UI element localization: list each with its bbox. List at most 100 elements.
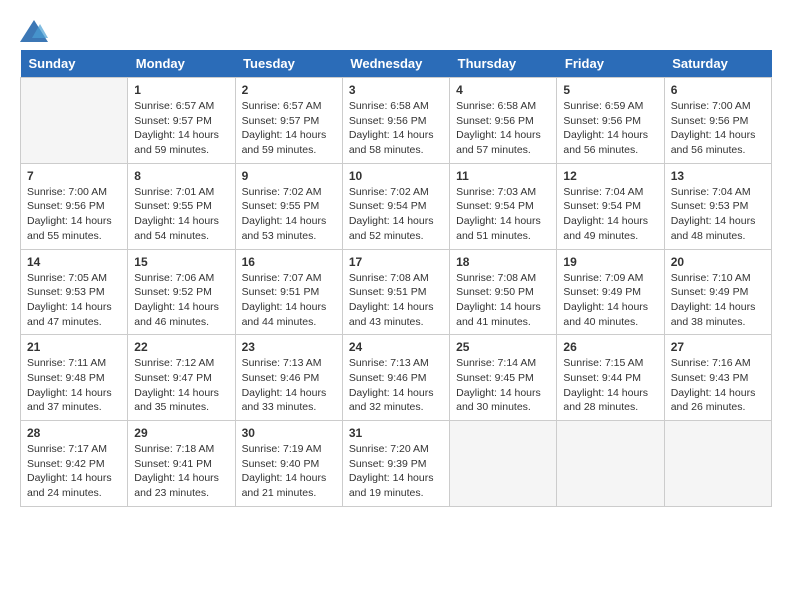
day-number: 15 [134, 255, 228, 269]
day-number: 22 [134, 340, 228, 354]
day-info: Sunrise: 7:18 AM Sunset: 9:41 PM Dayligh… [134, 442, 228, 501]
calendar-body: 1 Sunrise: 6:57 AM Sunset: 9:57 PM Daylig… [21, 78, 772, 507]
day-info: Sunrise: 7:19 AM Sunset: 9:40 PM Dayligh… [242, 442, 336, 501]
day-info: Sunrise: 7:15 AM Sunset: 9:44 PM Dayligh… [563, 356, 657, 415]
day-info: Sunrise: 6:58 AM Sunset: 9:56 PM Dayligh… [349, 99, 443, 158]
column-header-thursday: Thursday [450, 50, 557, 78]
day-info: Sunrise: 6:57 AM Sunset: 9:57 PM Dayligh… [134, 99, 228, 158]
logo [20, 20, 52, 42]
day-cell: 29 Sunrise: 7:18 AM Sunset: 9:41 PM Dayli… [128, 421, 235, 507]
day-cell: 11 Sunrise: 7:03 AM Sunset: 9:54 PM Dayli… [450, 163, 557, 249]
day-number: 29 [134, 426, 228, 440]
day-number: 26 [563, 340, 657, 354]
day-number: 17 [349, 255, 443, 269]
column-header-tuesday: Tuesday [235, 50, 342, 78]
day-info: Sunrise: 7:07 AM Sunset: 9:51 PM Dayligh… [242, 271, 336, 330]
day-cell: 8 Sunrise: 7:01 AM Sunset: 9:55 PM Daylig… [128, 163, 235, 249]
page-header [20, 20, 772, 42]
day-cell: 22 Sunrise: 7:12 AM Sunset: 9:47 PM Dayli… [128, 335, 235, 421]
day-number: 23 [242, 340, 336, 354]
day-cell: 24 Sunrise: 7:13 AM Sunset: 9:46 PM Dayli… [342, 335, 449, 421]
day-info: Sunrise: 6:59 AM Sunset: 9:56 PM Dayligh… [563, 99, 657, 158]
day-info: Sunrise: 7:04 AM Sunset: 9:54 PM Dayligh… [563, 185, 657, 244]
day-info: Sunrise: 7:17 AM Sunset: 9:42 PM Dayligh… [27, 442, 121, 501]
day-info: Sunrise: 7:08 AM Sunset: 9:50 PM Dayligh… [456, 271, 550, 330]
calendar-header: SundayMondayTuesdayWednesdayThursdayFrid… [21, 50, 772, 78]
day-number: 25 [456, 340, 550, 354]
day-cell [21, 78, 128, 164]
day-cell: 14 Sunrise: 7:05 AM Sunset: 9:53 PM Dayli… [21, 249, 128, 335]
day-number: 3 [349, 83, 443, 97]
day-number: 13 [671, 169, 765, 183]
day-cell: 17Sunrise: 7:08 AM Sunset: 9:51 PM Dayli… [342, 249, 449, 335]
day-number: 4 [456, 83, 550, 97]
column-header-friday: Friday [557, 50, 664, 78]
day-cell: 21 Sunrise: 7:11 AM Sunset: 9:48 PM Dayli… [21, 335, 128, 421]
day-info: Sunrise: 7:10 AM Sunset: 9:49 PM Dayligh… [671, 271, 765, 330]
day-cell: 19 Sunrise: 7:09 AM Sunset: 9:49 PM Dayli… [557, 249, 664, 335]
day-info: Sunrise: 7:09 AM Sunset: 9:49 PM Dayligh… [563, 271, 657, 330]
day-number: 8 [134, 169, 228, 183]
day-info: Sunrise: 7:04 AM Sunset: 9:53 PM Dayligh… [671, 185, 765, 244]
day-cell [450, 421, 557, 507]
day-number: 1 [134, 83, 228, 97]
day-number: 21 [27, 340, 121, 354]
week-row-3: 14 Sunrise: 7:05 AM Sunset: 9:53 PM Dayli… [21, 249, 772, 335]
column-header-monday: Monday [128, 50, 235, 78]
week-row-5: 28 Sunrise: 7:17 AM Sunset: 9:42 PM Dayli… [21, 421, 772, 507]
day-cell: 18 Sunrise: 7:08 AM Sunset: 9:50 PM Dayli… [450, 249, 557, 335]
day-info: Sunrise: 7:01 AM Sunset: 9:55 PM Dayligh… [134, 185, 228, 244]
day-info: Sunrise: 7:02 AM Sunset: 9:54 PM Dayligh… [349, 185, 443, 244]
day-cell: 31 Sunrise: 7:20 AM Sunset: 9:39 PM Dayli… [342, 421, 449, 507]
day-number: 5 [563, 83, 657, 97]
day-number: 9 [242, 169, 336, 183]
week-row-4: 21 Sunrise: 7:11 AM Sunset: 9:48 PM Dayli… [21, 335, 772, 421]
logo-icon [20, 20, 48, 42]
day-info: Sunrise: 7:03 AM Sunset: 9:54 PM Dayligh… [456, 185, 550, 244]
day-cell: 7Sunrise: 7:00 AM Sunset: 9:56 PM Daylig… [21, 163, 128, 249]
day-number: 27 [671, 340, 765, 354]
day-info: Sunrise: 7:05 AM Sunset: 9:53 PM Dayligh… [27, 271, 121, 330]
day-cell: 10 Sunrise: 7:02 AM Sunset: 9:54 PM Dayli… [342, 163, 449, 249]
day-number: 30 [242, 426, 336, 440]
day-cell: 25 Sunrise: 7:14 AM Sunset: 9:45 PM Dayli… [450, 335, 557, 421]
day-info: Sunrise: 7:16 AM Sunset: 9:43 PM Dayligh… [671, 356, 765, 415]
day-number: 16 [242, 255, 336, 269]
day-cell: 16 Sunrise: 7:07 AM Sunset: 9:51 PM Dayli… [235, 249, 342, 335]
day-info: Sunrise: 7:14 AM Sunset: 9:45 PM Dayligh… [456, 356, 550, 415]
day-number: 11 [456, 169, 550, 183]
header-row: SundayMondayTuesdayWednesdayThursdayFrid… [21, 50, 772, 78]
day-number: 28 [27, 426, 121, 440]
day-cell: 27 Sunrise: 7:16 AM Sunset: 9:43 PM Dayli… [664, 335, 771, 421]
day-number: 31 [349, 426, 443, 440]
day-info: Sunrise: 7:00 AM Sunset: 9:56 PM Dayligh… [27, 185, 121, 244]
day-cell: 30 Sunrise: 7:19 AM Sunset: 9:40 PM Dayli… [235, 421, 342, 507]
day-info: Sunrise: 7:00 AM Sunset: 9:56 PM Dayligh… [671, 99, 765, 158]
column-header-sunday: Sunday [21, 50, 128, 78]
day-cell: 5 Sunrise: 6:59 AM Sunset: 9:56 PM Daylig… [557, 78, 664, 164]
day-info: Sunrise: 7:11 AM Sunset: 9:48 PM Dayligh… [27, 356, 121, 415]
day-info: Sunrise: 7:13 AM Sunset: 9:46 PM Dayligh… [242, 356, 336, 415]
column-header-saturday: Saturday [664, 50, 771, 78]
day-cell [664, 421, 771, 507]
day-info: Sunrise: 7:02 AM Sunset: 9:55 PM Dayligh… [242, 185, 336, 244]
day-info: Sunrise: 7:20 AM Sunset: 9:39 PM Dayligh… [349, 442, 443, 501]
day-cell: 23 Sunrise: 7:13 AM Sunset: 9:46 PM Dayli… [235, 335, 342, 421]
week-row-1: 1 Sunrise: 6:57 AM Sunset: 9:57 PM Daylig… [21, 78, 772, 164]
day-number: 2 [242, 83, 336, 97]
day-cell: 4Sunrise: 6:58 AM Sunset: 9:56 PM Daylig… [450, 78, 557, 164]
day-info: Sunrise: 7:13 AM Sunset: 9:46 PM Dayligh… [349, 356, 443, 415]
day-number: 10 [349, 169, 443, 183]
day-number: 24 [349, 340, 443, 354]
day-number: 19 [563, 255, 657, 269]
column-header-wednesday: Wednesday [342, 50, 449, 78]
day-cell: 15Sunrise: 7:06 AM Sunset: 9:52 PM Dayli… [128, 249, 235, 335]
day-number: 14 [27, 255, 121, 269]
day-number: 20 [671, 255, 765, 269]
day-cell: 20 Sunrise: 7:10 AM Sunset: 9:49 PM Dayli… [664, 249, 771, 335]
day-cell: 1 Sunrise: 6:57 AM Sunset: 9:57 PM Daylig… [128, 78, 235, 164]
day-number: 18 [456, 255, 550, 269]
day-cell: 6Sunrise: 7:00 AM Sunset: 9:56 PM Daylig… [664, 78, 771, 164]
day-cell: 3 Sunrise: 6:58 AM Sunset: 9:56 PM Daylig… [342, 78, 449, 164]
day-info: Sunrise: 7:12 AM Sunset: 9:47 PM Dayligh… [134, 356, 228, 415]
